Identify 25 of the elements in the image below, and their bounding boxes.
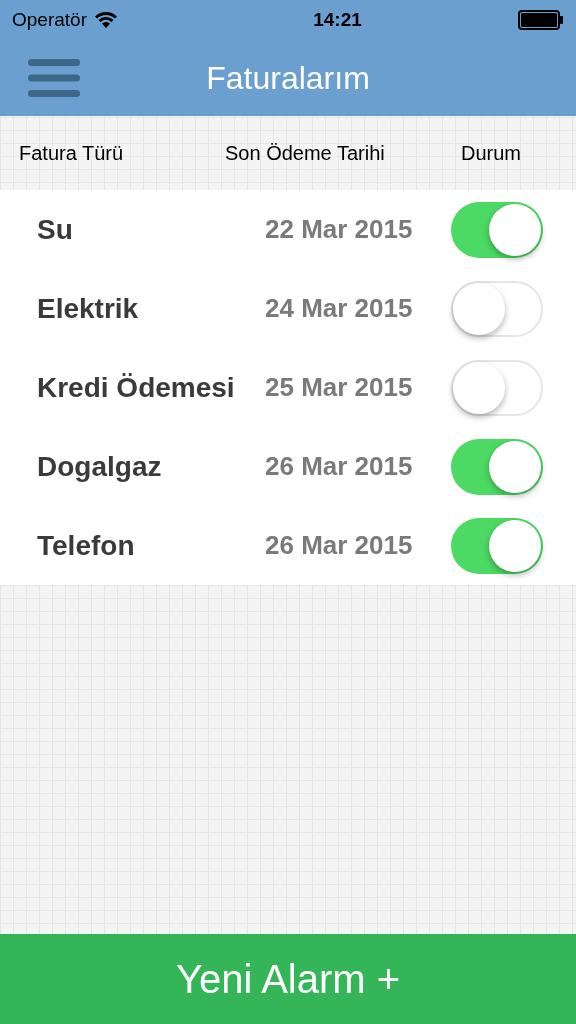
bill-type: Kredi Ödemesi <box>37 370 236 405</box>
bill-type: Dogalgaz <box>37 449 163 484</box>
battery-icon <box>518 10 564 30</box>
due-date: 26 Mar 2015 <box>265 529 414 562</box>
bill-type: Telefon <box>37 528 136 563</box>
menu-icon[interactable] <box>28 59 80 97</box>
toggle-switch[interactable] <box>451 517 543 574</box>
column-header: Fatura Türü <box>19 141 125 166</box>
due-date: 25 Mar 2015 <box>265 371 414 404</box>
column-header: Son Ödeme Tarihi <box>225 141 386 166</box>
status-time: 14:21 <box>313 7 362 32</box>
new-alarm-button[interactable]: Yeni Alarm + <box>0 934 576 1024</box>
toggle-switch[interactable] <box>451 280 543 337</box>
carrier-name: Operatör <box>12 7 87 32</box>
toggle-switch[interactable] <box>451 438 543 495</box>
bill-type: Su <box>37 212 74 247</box>
toggle-switch[interactable] <box>451 201 543 258</box>
wifi-icon <box>95 12 117 28</box>
bill-type: Elektrik <box>37 291 140 326</box>
toggle-switch[interactable] <box>451 359 543 416</box>
due-date: 26 Mar 2015 <box>265 450 414 483</box>
due-date: 24 Mar 2015 <box>265 292 414 325</box>
column-header: Durum <box>461 141 521 166</box>
nav-title: Faturalarım <box>206 59 370 98</box>
due-date: 22 Mar 2015 <box>265 213 414 246</box>
